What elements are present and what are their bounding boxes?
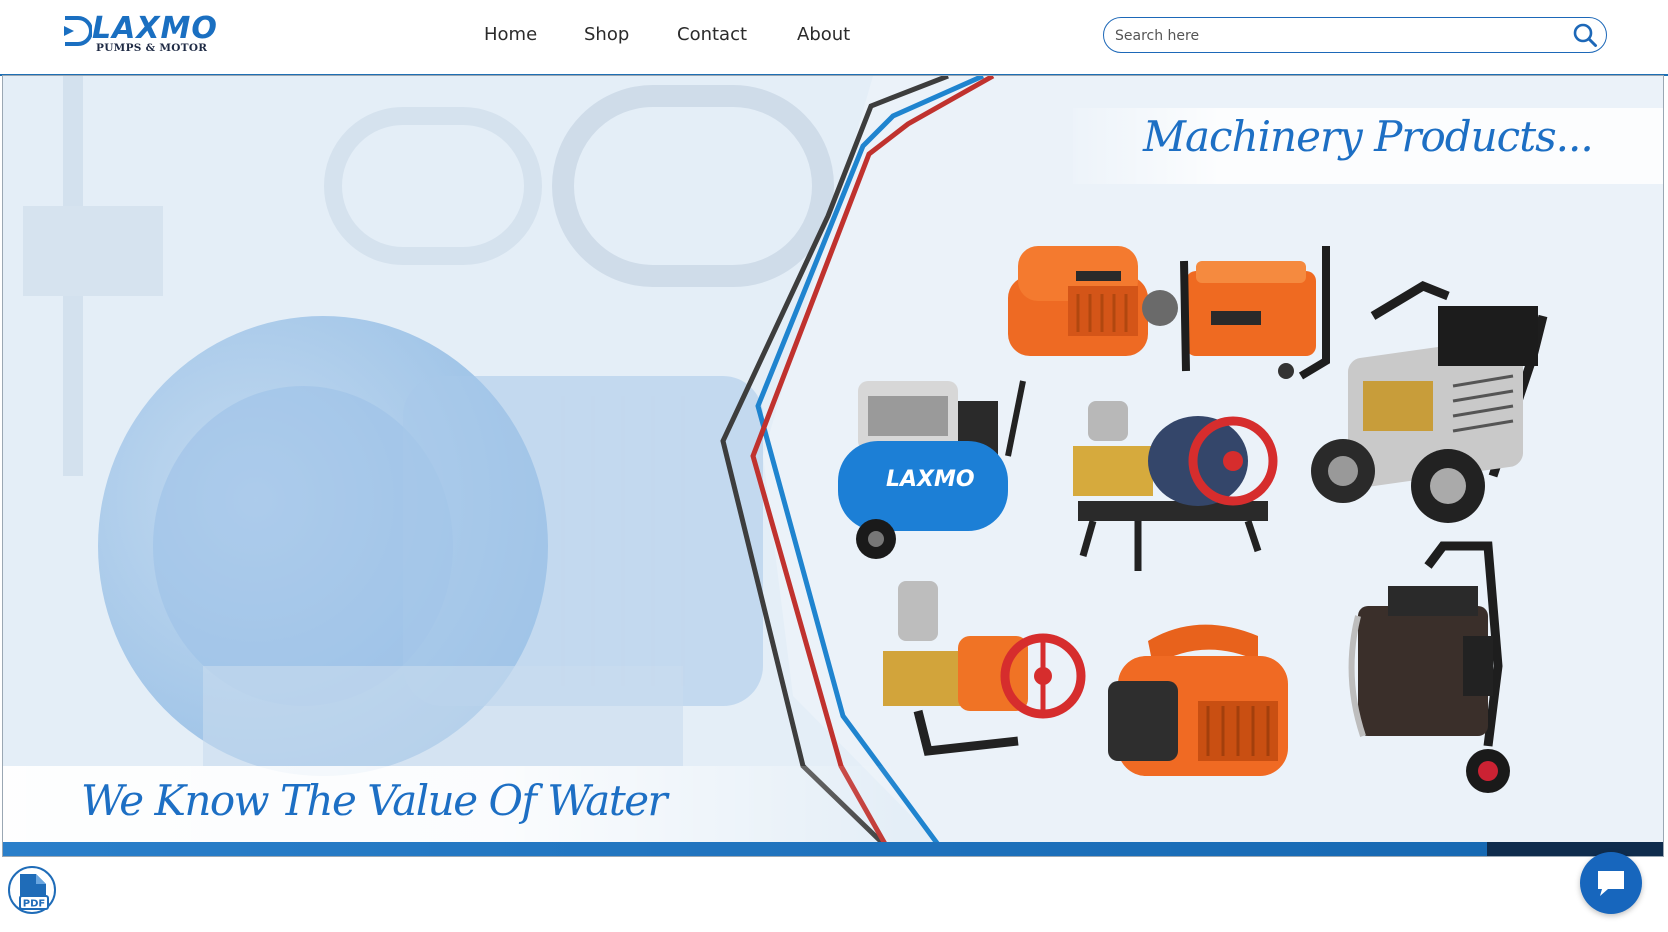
chat-bubble-icon bbox=[1598, 871, 1624, 896]
nav-home[interactable]: Home bbox=[484, 22, 537, 48]
search-input[interactable] bbox=[1113, 24, 1557, 48]
chat-button[interactable] bbox=[1580, 852, 1642, 914]
hero-banner: LAXMO Machinery Products... We Know The … bbox=[2, 75, 1664, 857]
logo-mark-icon bbox=[64, 16, 92, 46]
pdf-download-button[interactable]: PDF bbox=[8, 866, 56, 914]
hero-bottom-bar-end bbox=[1487, 842, 1663, 856]
hero-background-art: LAXMO bbox=[3, 76, 1663, 856]
logo-wordmark: LAXMO bbox=[92, 11, 218, 46]
pdf-icon: PDF bbox=[19, 874, 49, 910]
search-icon bbox=[1573, 23, 1597, 47]
hero-bottom-bar bbox=[3, 842, 1663, 856]
svg-text:LAXMO: LAXMO bbox=[886, 467, 975, 492]
search-button[interactable] bbox=[1572, 22, 1598, 48]
logo-subtitle: PUMPS & MOTOR bbox=[96, 42, 208, 54]
hero-title: Machinery Products... bbox=[1143, 112, 1594, 161]
brand-logo[interactable]: LAXMO PUMPS & MOTOR bbox=[62, 12, 217, 58]
search-box bbox=[1103, 17, 1607, 53]
site-header: LAXMO PUMPS & MOTOR Home Shop Contact Ab… bbox=[0, 0, 1668, 74]
hero-title-band: Machinery Products... bbox=[1073, 108, 1663, 184]
pdf-label: PDF bbox=[23, 899, 45, 910]
nav-contact[interactable]: Contact bbox=[677, 22, 747, 48]
hero-tagline-band: We Know The Value Of Water bbox=[3, 766, 903, 842]
nav-about[interactable]: About bbox=[797, 22, 850, 48]
hero-tagline: We Know The Value Of Water bbox=[81, 776, 668, 825]
nav-shop[interactable]: Shop bbox=[584, 22, 629, 48]
